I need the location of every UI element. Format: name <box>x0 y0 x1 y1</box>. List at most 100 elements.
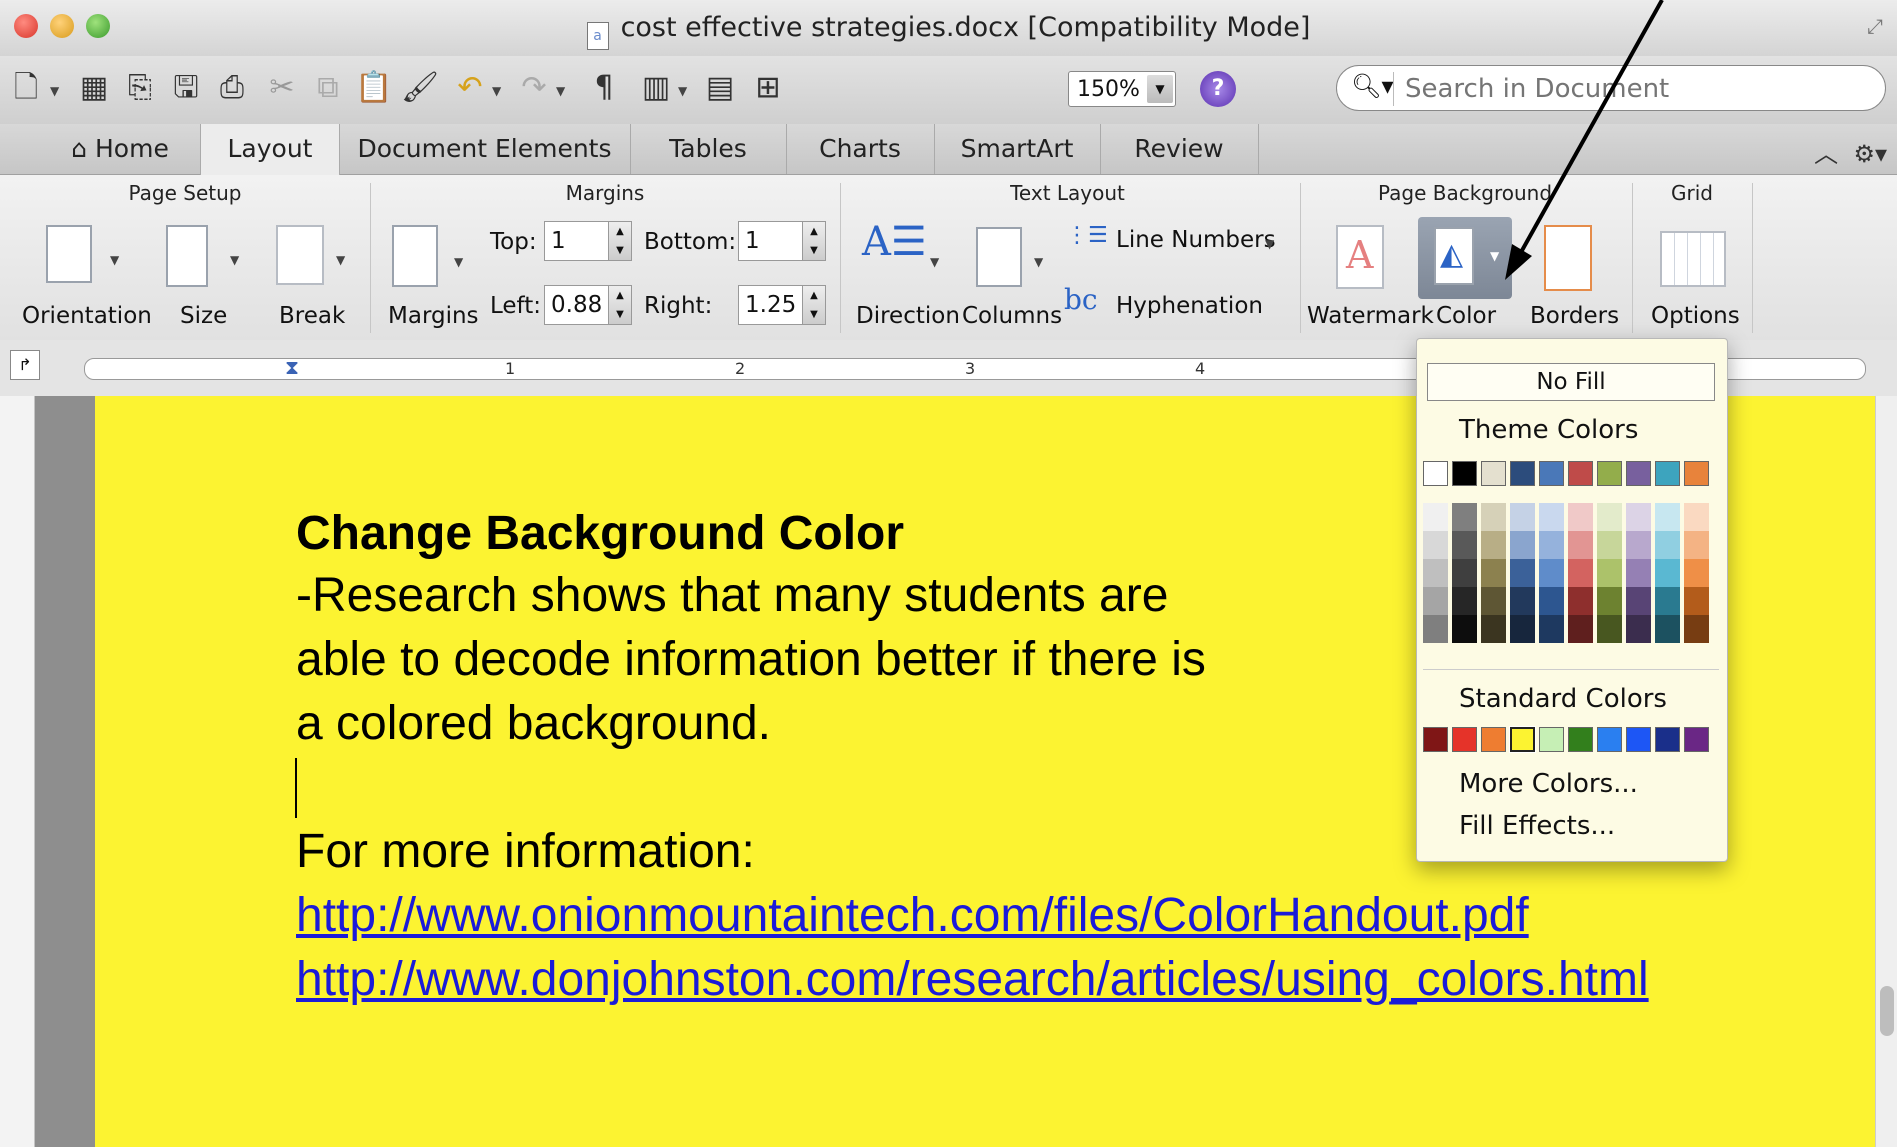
standard-color-swatch[interactable] <box>1684 727 1709 752</box>
theme-shade-swatch[interactable] <box>1568 559 1593 587</box>
stepper-icon[interactable]: ▲ ▼ <box>802 286 825 324</box>
print-icon[interactable]: ⎙ <box>212 68 252 108</box>
theme-shade-swatch[interactable] <box>1481 531 1506 559</box>
chevron-down-icon[interactable]: ▼ <box>492 84 501 98</box>
view-icon[interactable]: ▤ <box>700 68 740 108</box>
theme-shade-swatch[interactable] <box>1597 587 1622 615</box>
zoom-select[interactable]: 150% ▼ <box>1068 71 1176 107</box>
fullscreen-icon[interactable]: ⤢ <box>1867 14 1883 38</box>
theme-shade-swatch[interactable] <box>1568 503 1593 531</box>
tab-selector-icon[interactable]: ↱ <box>10 350 40 380</box>
standard-color-swatch[interactable] <box>1481 727 1506 752</box>
document-line[interactable]: -Research shows that many students are <box>296 568 1168 623</box>
theme-shade-swatch[interactable] <box>1510 531 1535 559</box>
theme-shade-swatch[interactable] <box>1568 587 1593 615</box>
theme-shade-swatch[interactable] <box>1452 587 1477 615</box>
chevron-down-icon[interactable]: ▼ <box>556 84 565 98</box>
chevron-down-icon[interactable]: ▼ <box>1147 75 1173 103</box>
theme-shade-swatch[interactable] <box>1539 615 1564 643</box>
new-document-icon[interactable]: 🗋 <box>6 68 46 108</box>
toolbox-icon[interactable]: ⊞ <box>748 68 788 108</box>
theme-color-swatch[interactable] <box>1626 461 1651 486</box>
theme-color-swatch[interactable] <box>1510 461 1535 486</box>
theme-color-swatch[interactable] <box>1597 461 1622 486</box>
theme-color-swatch[interactable] <box>1568 461 1593 486</box>
document-heading[interactable]: Change Background Color <box>296 506 904 561</box>
theme-shade-swatch[interactable] <box>1597 615 1622 643</box>
more-colors-item[interactable]: More Colors... <box>1459 769 1638 799</box>
link-color-handout[interactable]: http://www.onionmountaintech.com/files/C… <box>296 889 1529 942</box>
theme-shade-swatch[interactable] <box>1684 615 1709 643</box>
theme-shade-swatch[interactable] <box>1655 615 1680 643</box>
theme-shade-swatch[interactable] <box>1684 503 1709 531</box>
theme-shade-swatch[interactable] <box>1568 615 1593 643</box>
paste-icon[interactable]: 📋 <box>354 68 394 108</box>
theme-shade-swatch[interactable] <box>1655 587 1680 615</box>
theme-color-swatch[interactable] <box>1655 461 1680 486</box>
gallery-icon[interactable]: ▦ <box>74 68 114 108</box>
cut-icon[interactable]: ✂ <box>262 68 302 108</box>
theme-color-swatch[interactable] <box>1481 461 1506 486</box>
theme-color-swatch[interactable] <box>1539 461 1564 486</box>
theme-shade-swatch[interactable] <box>1452 503 1477 531</box>
indent-marker-icon[interactable]: ⧗ <box>285 355 299 379</box>
theme-shade-swatch[interactable] <box>1684 559 1709 587</box>
document-line[interactable]: able to decode information better if the… <box>296 632 1206 687</box>
theme-shade-swatch[interactable] <box>1684 587 1709 615</box>
theme-shade-swatch[interactable] <box>1626 615 1651 643</box>
standard-color-swatch[interactable] <box>1655 727 1680 752</box>
theme-shade-swatch[interactable] <box>1510 587 1535 615</box>
bottom-margin-field[interactable]: 1 ▲ ▼ <box>738 221 826 261</box>
theme-shade-swatch[interactable] <box>1481 503 1506 531</box>
stepper-icon[interactable]: ▲ ▼ <box>608 222 631 260</box>
fill-effects-item[interactable]: Fill Effects... <box>1459 811 1615 841</box>
theme-shade-swatch[interactable] <box>1626 531 1651 559</box>
standard-color-swatch[interactable] <box>1597 727 1622 752</box>
theme-shade-swatch[interactable] <box>1597 559 1622 587</box>
theme-shade-swatch[interactable] <box>1510 503 1535 531</box>
save-icon[interactable]: 🖫 <box>166 68 206 108</box>
more-info-text[interactable]: For more information: <box>296 824 755 879</box>
top-margin-field[interactable]: 1 ▲ ▼ <box>544 221 632 261</box>
theme-shade-swatch[interactable] <box>1539 587 1564 615</box>
theme-shade-swatch[interactable] <box>1655 559 1680 587</box>
theme-color-swatch[interactable] <box>1423 461 1448 486</box>
tab-layout[interactable]: Layout <box>200 124 340 175</box>
standard-color-swatch[interactable] <box>1539 727 1564 752</box>
theme-shade-swatch[interactable] <box>1423 587 1448 615</box>
theme-shade-swatch[interactable] <box>1539 531 1564 559</box>
tab-review[interactable]: Review <box>1100 124 1259 174</box>
theme-shade-swatch[interactable] <box>1481 615 1506 643</box>
stepper-icon[interactable]: ▲ ▼ <box>608 286 631 324</box>
theme-shade-swatch[interactable] <box>1597 531 1622 559</box>
tab-charts[interactable]: Charts <box>786 124 935 174</box>
theme-shade-swatch[interactable] <box>1452 615 1477 643</box>
chevron-down-icon[interactable]: ▼ <box>678 84 687 98</box>
redo-icon[interactable]: ↷ <box>514 68 554 108</box>
gear-icon[interactable]: ⚙▾ <box>1853 140 1887 168</box>
theme-shade-swatch[interactable] <box>1655 503 1680 531</box>
theme-shade-swatch[interactable] <box>1626 559 1651 587</box>
theme-color-swatch[interactable] <box>1452 461 1477 486</box>
theme-shade-swatch[interactable] <box>1626 503 1651 531</box>
vertical-ruler[interactable] <box>0 396 35 1147</box>
search-icon[interactable]: 🔍︎▾ <box>1351 72 1394 100</box>
tab-smartart[interactable]: SmartArt <box>934 124 1101 174</box>
theme-shade-swatch[interactable] <box>1626 587 1651 615</box>
theme-shade-swatch[interactable] <box>1539 559 1564 587</box>
right-margin-field[interactable]: 1.25 ▲ ▼ <box>738 285 826 325</box>
theme-color-swatch[interactable] <box>1684 461 1709 486</box>
theme-shade-swatch[interactable] <box>1539 503 1564 531</box>
theme-shade-swatch[interactable] <box>1452 559 1477 587</box>
theme-shade-swatch[interactable] <box>1510 559 1535 587</box>
theme-shade-swatch[interactable] <box>1597 503 1622 531</box>
collapse-ribbon-icon[interactable]: ︿ <box>1814 140 1838 168</box>
copy-icon[interactable]: ⧉ <box>308 68 348 108</box>
search-input[interactable] <box>1403 72 1847 106</box>
theme-shade-swatch[interactable] <box>1423 531 1448 559</box>
theme-shade-swatch[interactable] <box>1452 531 1477 559</box>
theme-shade-swatch[interactable] <box>1481 587 1506 615</box>
document-line[interactable]: a colored background. <box>296 696 771 751</box>
standard-color-swatch[interactable] <box>1509 726 1536 753</box>
theme-shade-swatch[interactable] <box>1684 531 1709 559</box>
